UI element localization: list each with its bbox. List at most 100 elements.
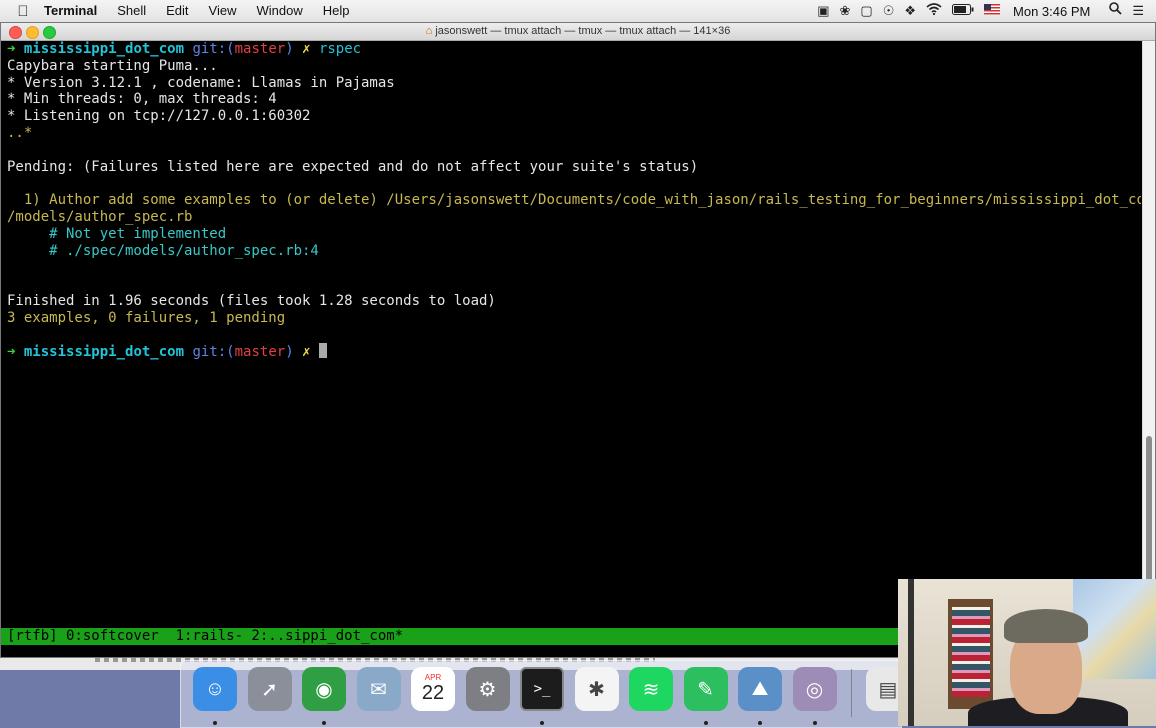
apple-icon[interactable]: : [12, 3, 34, 20]
prompt-command: rspec: [318, 41, 362, 57]
terminal-output[interactable]: ➜ mississippi_dot_com git:(master) ✗ rsp…: [1, 41, 1141, 641]
dock-glyph: ⚙: [478, 678, 497, 701]
finished-line: Finished in 1.96 seconds (files took 1.2…: [7, 292, 496, 309]
running-indicator: [540, 721, 544, 725]
dock-glyph: ≋: [642, 678, 660, 701]
zoom-button[interactable]: [43, 26, 56, 39]
scrollbar[interactable]: [1142, 41, 1155, 660]
pending-item: 1) Author add some examples to (or delet…: [7, 192, 1141, 209]
prompt-dir: mississippi_dot_com: [23, 344, 185, 361]
running-indicator: [213, 721, 217, 725]
home-icon: ⌂: [425, 25, 433, 37]
menu-edit[interactable]: Edit: [156, 0, 198, 22]
menu-shell[interactable]: Shell: [107, 0, 156, 22]
1password-icon[interactable]: ☉: [883, 0, 895, 22]
battery-icon[interactable]: [952, 0, 974, 22]
finder-icon[interactable]: ☺: [193, 667, 237, 711]
pending-header: Pending: (Failures listed here are expec…: [7, 158, 699, 175]
output-line: * Version 3.12.1 , codename: Llamas in P…: [7, 74, 395, 91]
prompt-git-close: ): [285, 41, 294, 57]
webcam-person-cap: [1004, 609, 1088, 643]
dock-glyph: ☺: [204, 677, 226, 700]
mail-icon[interactable]: ✉: [356, 667, 401, 711]
dock-glyph: ✉: [370, 678, 387, 701]
webcam-books: [952, 607, 990, 697]
preview-icon[interactable]: ⛰: [738, 667, 782, 711]
prompt-branch: master: [234, 41, 286, 57]
running-indicator: [703, 721, 708, 725]
prompt-dir: mississippi_dot_com: [23, 41, 185, 57]
output-line: * Listening on tcp://127.0.0.1:60302: [7, 108, 311, 125]
search-icon[interactable]: [1109, 0, 1122, 22]
output-line: * Min threads: 0, max threads: 4: [7, 91, 277, 108]
prompt-git: git:(: [192, 344, 235, 361]
calendar-month: APR: [424, 673, 442, 682]
prompt-git-close: ): [285, 344, 294, 361]
minimize-button[interactable]: [26, 26, 39, 39]
screenflow-icon[interactable]: ◎: [792, 667, 837, 711]
pending-item-continued: /models/author_spec.rb: [7, 208, 193, 225]
prompt-arrow: ➜: [7, 344, 16, 361]
pending-location: # ./spec/models/author_spec.rb:4: [7, 242, 319, 259]
gear-icon[interactable]: ⚙: [465, 667, 510, 711]
running-indicator: [812, 721, 817, 725]
wifi-icon[interactable]: [926, 0, 942, 22]
prompt-arrow: ➜: [7, 41, 16, 57]
running-indicator: [322, 721, 326, 725]
terminal-icon[interactable]: >_: [520, 667, 564, 711]
prompt-dirty: ✗: [302, 41, 311, 57]
dock-glyph: ➚: [261, 678, 278, 701]
dropbox-icon[interactable]: ❖: [904, 0, 916, 22]
screen-record-icon[interactable]: ▣: [817, 0, 829, 22]
close-button[interactable]: [9, 26, 22, 39]
dock-glyph: ⛰: [751, 677, 769, 700]
rocket-icon[interactable]: ➚: [247, 667, 292, 711]
output-line: Capybara starting Puma...: [7, 57, 218, 74]
summary-line: 3 examples, 0 failures, 1 pending: [7, 309, 286, 326]
dock-glyph: >_: [533, 681, 551, 697]
menu-help[interactable]: Help: [313, 0, 360, 22]
evernote-icon[interactable]: ❀: [840, 0, 851, 22]
dock-glyph: ◉: [315, 678, 333, 701]
menu-window[interactable]: Window: [247, 0, 313, 22]
webcam-lamp: [908, 579, 914, 726]
dock-glyph: ✱: [588, 678, 605, 701]
webcam-overlay: [898, 579, 1156, 726]
terminal-window: ⌂ jasonswett — tmux attach — tmux — tmux …: [0, 22, 1156, 660]
docker-icon[interactable]: ▢: [860, 0, 872, 22]
menu-app-name[interactable]: Terminal: [34, 0, 107, 22]
dock-separator: [851, 669, 852, 717]
calendar-icon[interactable]: APR 22: [411, 667, 455, 711]
pending-note: # Not yet implemented: [7, 225, 227, 242]
prompt-branch: master: [234, 344, 286, 361]
prompt-dirty: ✗: [302, 344, 311, 361]
menu-clock[interactable]: Mon 3:46 PM: [1013, 4, 1090, 19]
prompt-line: ➜ mississippi_dot_com git:(master) ✗: [7, 343, 1141, 360]
chrome-icon[interactable]: ◉: [302, 667, 346, 711]
menu-bar:  Terminal Shell Edit View Window Help ▣…: [0, 0, 1156, 23]
evernote-icon[interactable]: ✎: [683, 667, 728, 711]
dock: ☺ ➚ ◉ ✉ APR 22 ⚙ >_ ✱ ≋ ✎ ⛰ ◎ ▤: [180, 660, 910, 728]
dock-glyph: ◎: [805, 678, 824, 701]
slack-icon[interactable]: ✱: [574, 667, 619, 711]
prompt-git: git:(: [192, 41, 235, 57]
menu-status-area: ▣ ❀ ▢ ☉ ❖ Mon 3:46 PM ☰: [812, 0, 1156, 22]
spotify-icon[interactable]: ≋: [629, 667, 673, 711]
window-titlebar[interactable]: ⌂ jasonswett — tmux attach — tmux — tmux …: [1, 23, 1155, 41]
running-indicator: [758, 721, 762, 725]
dock-glyph: ✎: [697, 678, 714, 701]
list-icon[interactable]: ☰: [1132, 0, 1144, 22]
menu-view[interactable]: View: [199, 0, 247, 22]
window-title: jasonswett — tmux attach — tmux — tmux a…: [435, 25, 731, 37]
text-cursor: [318, 343, 327, 359]
test-progress: ..*: [7, 124, 33, 141]
flag-icon[interactable]: [984, 0, 1001, 22]
prompt-line: ➜ mississippi_dot_com git:(master) ✗ rsp…: [7, 41, 1141, 58]
dock-glyph: ▤: [878, 678, 898, 701]
dock-glyph: 22: [421, 682, 445, 704]
